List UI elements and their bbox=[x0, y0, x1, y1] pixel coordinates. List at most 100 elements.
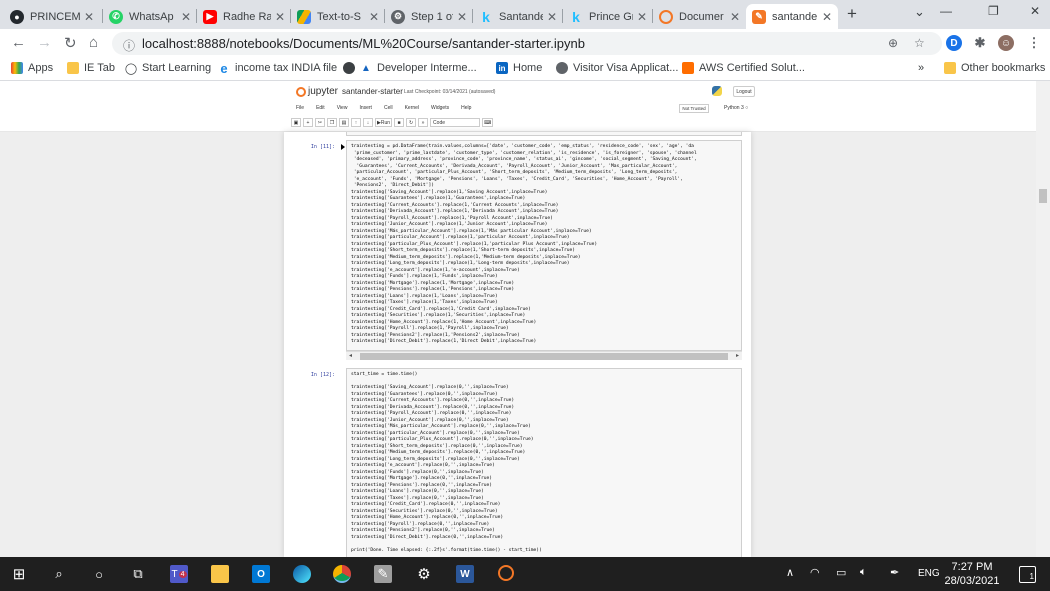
cut-icon[interactable]: ✂ bbox=[315, 118, 325, 127]
notebook-name[interactable]: santander-starter bbox=[342, 87, 403, 96]
tab-youtube[interactable]: ▶ Radhe Ra ✕ bbox=[197, 4, 291, 29]
close-icon[interactable]: ✕ bbox=[275, 10, 285, 24]
edge-icon[interactable] bbox=[293, 565, 311, 583]
close-icon[interactable]: ✕ bbox=[730, 10, 740, 24]
trust-status-button[interactable]: Not Trusted bbox=[679, 104, 709, 113]
restart-icon[interactable]: ↻ bbox=[406, 118, 417, 127]
info-icon[interactable]: ⓘ bbox=[123, 37, 135, 54]
profile-d-icon[interactable]: D bbox=[946, 35, 962, 51]
battery-icon[interactable]: ▭ bbox=[836, 566, 846, 579]
cell-code[interactable]: start_time = time.time() traintesting['S… bbox=[351, 372, 542, 554]
command-palette-icon[interactable]: ⌨ bbox=[482, 118, 494, 127]
pen-icon[interactable]: ✒ bbox=[890, 566, 899, 579]
clock[interactable]: 7:27 PM 28/03/2021 bbox=[942, 560, 1002, 588]
word-icon[interactable]: W bbox=[456, 565, 474, 583]
task-view-icon[interactable]: ⧉ bbox=[129, 565, 147, 583]
bookmark-star-icon[interactable]: ☆ bbox=[914, 36, 925, 50]
bookmark-income-tax[interactable]: e income tax INDIA file bbox=[218, 61, 337, 76]
teams-icon[interactable]: T4 bbox=[170, 565, 188, 583]
code-cell-12[interactable]: start_time = time.time() traintesting['S… bbox=[346, 368, 742, 557]
bookmark-visitor-visa[interactable]: Visitor Visa Applicat... bbox=[556, 62, 678, 74]
bookmark-home[interactable]: in Home bbox=[496, 62, 542, 74]
restart-run-all-icon[interactable]: » bbox=[418, 118, 429, 127]
copy-icon[interactable]: ❐ bbox=[327, 118, 337, 127]
menu-cell[interactable]: Cell bbox=[384, 105, 393, 111]
scrollbar-thumb[interactable] bbox=[1039, 189, 1047, 203]
close-icon[interactable]: ✕ bbox=[181, 10, 191, 24]
tab-whatsapp[interactable]: ✆ WhatsAp ✕ bbox=[103, 4, 197, 29]
bookmark-developer[interactable]: ▲ Developer Interme... bbox=[343, 62, 477, 74]
bookmark-apps[interactable]: Apps bbox=[11, 62, 53, 74]
volume-icon[interactable]: 🔈︎ bbox=[860, 566, 867, 579]
outlook-icon[interactable]: O bbox=[252, 565, 270, 583]
move-up-icon[interactable]: ↑ bbox=[351, 118, 361, 127]
tab-documents[interactable]: Documer ✕ bbox=[653, 4, 746, 29]
extensions-icon[interactable]: ✱ bbox=[972, 35, 988, 51]
notification-center-icon[interactable]: 1 bbox=[1019, 566, 1036, 583]
close-icon[interactable]: ✕ bbox=[369, 10, 379, 24]
menu-edit[interactable]: Edit bbox=[316, 105, 325, 111]
interrupt-icon[interactable]: ■ bbox=[394, 118, 405, 127]
language-indicator[interactable]: ENG bbox=[918, 568, 940, 579]
address-bar[interactable]: ⓘ localhost:8888/notebooks/Documents/ML%… bbox=[112, 32, 942, 55]
notepad-icon[interactable]: ✎ bbox=[374, 565, 392, 583]
file-explorer-icon[interactable] bbox=[211, 565, 229, 583]
windows-start-icon[interactable]: ⊞ bbox=[10, 565, 28, 583]
add-cell-icon[interactable]: + bbox=[303, 118, 313, 127]
logout-button[interactable]: Logout bbox=[733, 86, 755, 97]
bookmark-ie-tab[interactable]: IE Tab bbox=[67, 62, 115, 74]
tab-kaggle-santander[interactable]: k Santande ✕ bbox=[473, 4, 563, 29]
close-window-button[interactable]: ✕ bbox=[1030, 4, 1040, 18]
cortana-icon[interactable]: ○ bbox=[90, 565, 108, 583]
menu-help[interactable]: Help bbox=[461, 105, 471, 111]
tab-github[interactable]: ● PRINCEM ✕ bbox=[4, 4, 100, 29]
cell-type-select[interactable]: Code bbox=[430, 118, 481, 127]
close-icon[interactable]: ✕ bbox=[84, 10, 94, 24]
menu-file[interactable]: File bbox=[296, 105, 304, 111]
minimize-button[interactable]: — bbox=[940, 4, 952, 18]
tab-text-to-speech[interactable]: Text-to-S ✕ bbox=[291, 4, 385, 29]
scrollbar-thumb[interactable] bbox=[360, 353, 728, 360]
bookmarks-more-button[interactable]: » bbox=[918, 62, 924, 74]
search-icon[interactable]: ⌕ bbox=[50, 565, 68, 583]
menu-insert[interactable]: Insert bbox=[359, 105, 372, 111]
tab-santander-notebook[interactable]: ✎ santande ✕ bbox=[746, 4, 838, 29]
avatar[interactable]: ☺ bbox=[998, 35, 1014, 51]
page-scrollbar[interactable] bbox=[1036, 81, 1050, 557]
settings-gear-icon[interactable]: ⚙ bbox=[415, 565, 433, 583]
menu-widgets[interactable]: Widgets bbox=[431, 105, 449, 111]
close-icon[interactable]: ✕ bbox=[822, 10, 832, 24]
new-tab-button[interactable]: + bbox=[847, 4, 857, 24]
run-button[interactable]: ▶ Run bbox=[375, 118, 393, 127]
chrome-icon[interactable] bbox=[333, 565, 351, 583]
menu-view[interactable]: View bbox=[337, 105, 348, 111]
bookmark-other[interactable]: Other bookmarks bbox=[944, 62, 1045, 74]
menu-icon[interactable]: ⋮ bbox=[1026, 35, 1042, 51]
jupyter-app-icon[interactable] bbox=[498, 565, 514, 581]
back-arrow-icon[interactable]: ← bbox=[11, 34, 26, 51]
bookmark-aws[interactable]: AWS Certified Solut... bbox=[682, 62, 805, 74]
cell-code[interactable]: traintesting = pd.DataFrame(train.values… bbox=[351, 144, 697, 346]
move-down-icon[interactable]: ↓ bbox=[363, 118, 373, 127]
reload-icon[interactable]: ↻ bbox=[64, 34, 77, 52]
forward-arrow-icon[interactable]: → bbox=[37, 34, 52, 51]
tab-step[interactable]: ⚙ Step 1 of ✕ bbox=[385, 4, 473, 29]
jupyter-logo[interactable]: jupyter bbox=[296, 86, 338, 97]
close-icon[interactable]: ✕ bbox=[547, 10, 557, 24]
bookmark-start-learning[interactable]: ◯ Start Learning bbox=[125, 62, 211, 75]
restore-button[interactable]: ❐ bbox=[988, 4, 999, 18]
tab-kaggle-prince[interactable]: k Prince Gr ✕ bbox=[563, 4, 653, 29]
save-icon[interactable]: ▣ bbox=[291, 118, 301, 127]
scroll-right-arrow-icon[interactable]: ▸ bbox=[736, 352, 739, 359]
home-icon[interactable]: ⌂ bbox=[89, 34, 98, 51]
cell-horizontal-scrollbar[interactable]: ◂ ▸ bbox=[346, 351, 742, 360]
paste-icon[interactable]: ▤ bbox=[339, 118, 349, 127]
close-icon[interactable]: ✕ bbox=[637, 10, 647, 24]
wifi-icon[interactable]: ◠ bbox=[810, 566, 820, 579]
close-icon[interactable]: ✕ bbox=[457, 10, 467, 24]
menu-kernel[interactable]: Kernel bbox=[405, 105, 419, 111]
scroll-left-arrow-icon[interactable]: ◂ bbox=[349, 352, 352, 359]
tab-search-icon[interactable]: ⌄ bbox=[914, 4, 925, 20]
zoom-icon[interactable]: ⊕ bbox=[888, 36, 898, 50]
tray-chevron-up-icon[interactable]: ∧ bbox=[786, 566, 794, 579]
